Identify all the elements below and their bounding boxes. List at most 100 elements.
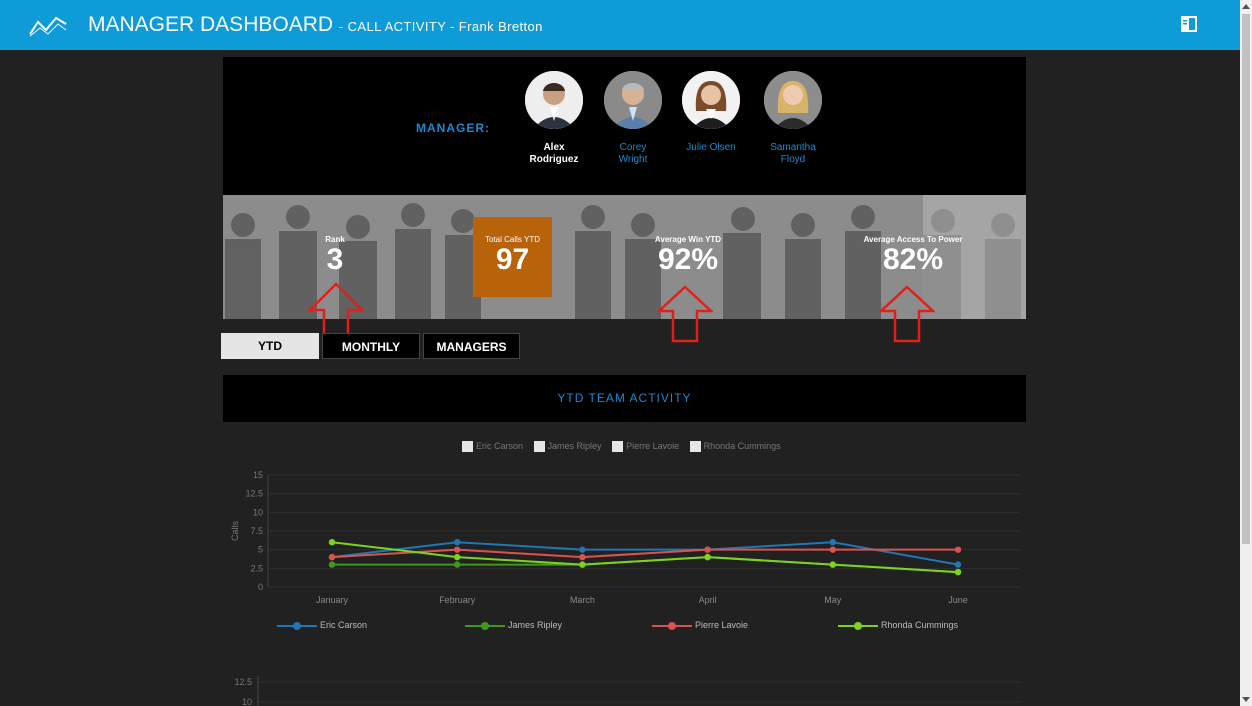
data-point <box>829 561 836 568</box>
legend-toggle-james-ripley[interactable]: James Ripley <box>533 441 602 453</box>
series-line-eric-carson <box>331 541 959 566</box>
data-point <box>704 553 711 561</box>
manager-item-samantha[interactable]: Samantha Floyd <box>753 71 833 166</box>
data-point <box>454 539 461 546</box>
rank-stat: Rank 3 <box>315 235 355 276</box>
ytd-team-activity-header: YTD TEAM ACTIVITY <box>223 375 1026 422</box>
y-axis-label: Calls <box>230 521 240 542</box>
chart-logo-icon <box>29 16 67 37</box>
legend-label: Rhonda Cummings <box>703 441 781 451</box>
average-win-value: 92% <box>657 243 719 276</box>
dashboard-title: MANAGER DASHBOARD <box>88 13 334 36</box>
data-point <box>954 561 962 568</box>
tab-managers[interactable]: MANAGERS <box>423 333 520 359</box>
tab-monthly[interactable]: MONTHLY <box>322 333 420 359</box>
data-point <box>579 561 586 568</box>
total-calls-card: Total Calls YTD 97 <box>473 217 552 297</box>
page-scrollbar[interactable] <box>1240 0 1252 706</box>
manager-panel: MANAGER: Alex Rodriguez Corey Wright Jul… <box>223 57 1026 195</box>
manager-name: Samantha Floyd <box>770 142 816 165</box>
y-tick-label: 10 <box>253 507 263 517</box>
data-point <box>704 546 711 553</box>
dashboard-subtitle: - CALL ACTIVITY - Frank Bretton <box>338 19 543 34</box>
x-tick-label: June <box>948 595 968 605</box>
legend-swatch <box>652 621 692 630</box>
data-point <box>829 539 836 546</box>
data-point <box>328 561 336 568</box>
legend-label: Eric Carson <box>320 620 368 630</box>
y-tick-label: 2.5 <box>250 563 263 573</box>
data-point <box>454 561 461 568</box>
data-point <box>954 546 962 553</box>
legend-toggle-eric-carson[interactable]: Eric Carson <box>462 441 524 453</box>
x-tick-label: January <box>316 595 349 605</box>
data-point <box>328 553 336 561</box>
data-point <box>579 546 586 553</box>
y-tick-label: 12.5 <box>234 677 252 687</box>
y-tick-label: 10 <box>242 697 252 706</box>
average-win-stat: Average Win YTD 92% <box>628 235 748 276</box>
manager-item-alex[interactable]: Alex Rodriguez <box>514 71 594 166</box>
up-arrow-icon <box>879 285 935 343</box>
y-tick-label: 15 <box>253 470 263 480</box>
checkbox[interactable] <box>689 441 701 453</box>
legend-label: Eric Carson <box>476 441 524 451</box>
y-tick-label: 0 <box>258 582 263 592</box>
scroll-up-icon[interactable] <box>1242 4 1250 9</box>
legend-toggle-pierre-lavoie[interactable]: Pierre Lavoie <box>612 441 680 453</box>
data-point <box>328 539 336 546</box>
legend-toggle-rhonda-cummings[interactable]: Rhonda Cummings <box>689 441 781 453</box>
manager-item-corey[interactable]: Corey Wright <box>593 71 673 166</box>
total-calls-stat: Total Calls YTD 97 <box>473 235 552 276</box>
y-tick-label: 12.5 <box>245 489 263 499</box>
legend-rhonda-cummings[interactable]: Rhonda Cummings <box>838 620 958 630</box>
data-point <box>704 553 711 561</box>
data-point <box>328 553 336 561</box>
legend-james-ripley[interactable]: James Ripley <box>465 620 562 630</box>
top-bar: MANAGER DASHBOARD - CALL ACTIVITY - Fran… <box>0 0 1240 50</box>
series-line-pierre-lavoie <box>331 548 958 559</box>
data-point <box>454 553 461 561</box>
legend-eric-carson[interactable]: Eric Carson <box>277 620 367 630</box>
legend-label: James Ripley <box>508 620 563 630</box>
x-tick-label: May <box>824 595 842 605</box>
data-point <box>829 546 836 553</box>
legend-pierre-lavoie[interactable]: Pierre Lavoie <box>652 620 748 630</box>
data-point <box>954 568 962 576</box>
data-point <box>704 546 711 553</box>
legend-label: Pierre Lavoie <box>695 620 749 630</box>
x-tick-label: March <box>570 595 595 605</box>
section-title: YTD TEAM ACTIVITY <box>557 391 692 405</box>
avatar <box>682 71 740 129</box>
legend-label: Rhonda Cummings <box>881 620 959 630</box>
tab-ytd[interactable]: YTD <box>221 333 319 359</box>
data-point <box>579 553 586 561</box>
x-tick-label: April <box>699 595 717 605</box>
legend-swatch <box>838 621 878 630</box>
scrollbar-thumb[interactable] <box>1242 14 1250 544</box>
legend-label: Pierre Lavoie <box>626 441 680 451</box>
scroll-down-icon[interactable] <box>1242 697 1250 702</box>
up-arrow-icon <box>657 285 713 343</box>
series-toggle-legend: Eric Carson James Ripley Pierre Lavoie R… <box>462 441 789 453</box>
data-point <box>829 561 836 568</box>
series-line-rhonda-cummings <box>331 541 959 574</box>
checkbox[interactable] <box>612 441 624 453</box>
manager-name: Alex Rodriguez <box>529 142 579 165</box>
average-access-value: 82% <box>882 243 944 276</box>
exit-door-icon[interactable] <box>1180 15 1198 33</box>
manager-name: Corey Wright <box>618 142 648 165</box>
avatar <box>525 71 583 129</box>
data-point <box>454 546 461 553</box>
data-point <box>579 561 586 568</box>
avatar <box>604 71 662 129</box>
legend-swatch <box>465 621 505 630</box>
avatar <box>764 71 822 129</box>
page-title: MANAGER DASHBOARD - CALL ACTIVITY - Fran… <box>88 13 543 37</box>
legend-label: James Ripley <box>547 441 602 451</box>
checkbox[interactable] <box>462 441 473 453</box>
checkbox[interactable] <box>533 441 545 453</box>
total-calls-value: 97 <box>495 243 530 276</box>
manager-item-julie[interactable]: Julie Olsen <box>671 71 751 154</box>
y-tick-label: 5 <box>258 545 263 555</box>
